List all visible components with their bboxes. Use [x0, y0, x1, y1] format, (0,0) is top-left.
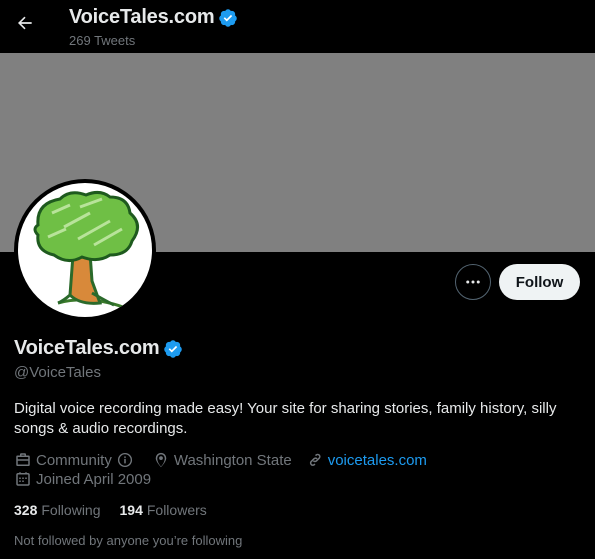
more-options-button[interactable] [455, 264, 491, 300]
header-title: VoiceTales.com [69, 6, 215, 28]
profile-bio: Digital voice recording made easy! Your … [14, 400, 557, 437]
website-item: voicetales.com [306, 451, 427, 469]
arrow-left-icon [18, 16, 32, 30]
tweet-count: 269 Tweets [69, 33, 136, 48]
follow-button[interactable]: Follow [499, 264, 580, 300]
verified-badge-icon [164, 339, 183, 358]
profile-handle: @VoiceTales [14, 364, 101, 381]
top-bar: VoiceTales.com 269 Tweets [0, 0, 595, 53]
following-label: Following [41, 502, 101, 518]
joined-label: Joined April 2009 [36, 470, 152, 488]
location-label: Washington State [173, 451, 292, 469]
following-link[interactable]: 328 Following [14, 502, 101, 518]
following-count: 328 [14, 502, 38, 518]
joined-row: Joined April 2009 [14, 470, 151, 488]
followers-link[interactable]: 194 Followers [120, 502, 207, 518]
location-pin-icon [155, 452, 167, 468]
back-button[interactable] [12, 10, 38, 36]
mutuals-note: Not followed by anyone you’re following [14, 533, 243, 548]
calendar-icon [16, 472, 30, 486]
category-item: Community [14, 451, 138, 469]
display-name: VoiceTales.com [14, 337, 160, 359]
info-circle-icon[interactable] [116, 451, 134, 469]
category-label: Community [36, 451, 112, 469]
header-title-row: VoiceTales.com [69, 6, 238, 29]
verified-badge-icon [219, 8, 238, 27]
profile-name-row: VoiceTales.com [14, 337, 183, 360]
link-icon [309, 453, 321, 466]
avatar-image [18, 183, 152, 317]
location-item: Washington State [152, 451, 292, 469]
briefcase-icon [16, 453, 30, 466]
follow-stats: 328 Following 194 Followers [14, 502, 226, 518]
more-dots-icon [466, 280, 480, 284]
profile-meta: Community Washington State voicetales.co… [14, 451, 441, 469]
avatar[interactable] [14, 179, 156, 321]
followers-count: 194 [119, 502, 143, 518]
followers-label: Followers [146, 502, 207, 518]
website-link[interactable]: voicetales.com [328, 452, 427, 469]
